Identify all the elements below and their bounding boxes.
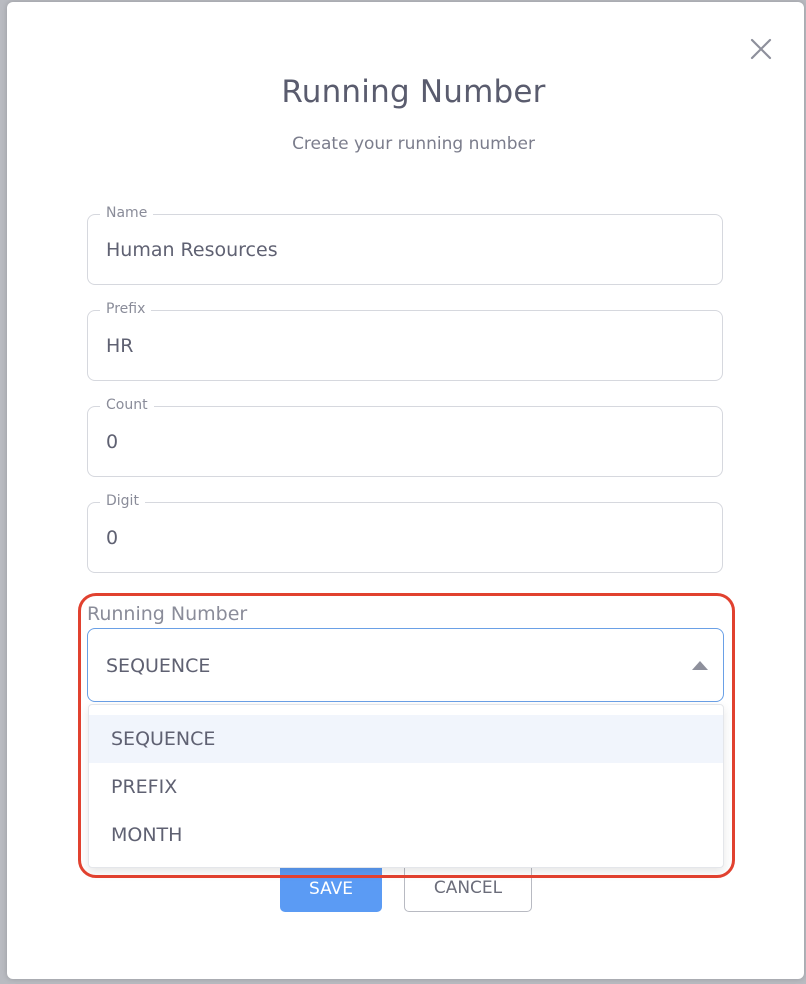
digit-field-value[interactable]: 0 — [106, 527, 118, 549]
dialog-title: Running Number — [281, 74, 546, 110]
name-field-value[interactable]: Human Resources — [106, 239, 278, 261]
cancel-button[interactable]: CANCEL — [404, 862, 532, 912]
running-number-select[interactable]: SEQUENCE — [87, 628, 724, 702]
digit-field-label: Digit — [100, 493, 145, 509]
running-number-label: Running Number — [87, 603, 252, 625]
close-button[interactable] — [747, 35, 775, 63]
close-icon — [750, 38, 772, 60]
dialog-subtitle: Create your running number — [292, 134, 535, 154]
running-number-selected-value: SEQUENCE — [106, 655, 211, 677]
option-sequence[interactable]: SEQUENCE — [89, 715, 723, 763]
count-field-value[interactable]: 0 — [106, 431, 118, 453]
option-prefix[interactable]: PREFIX — [89, 763, 723, 811]
digit-field[interactable]: Digit 0 — [87, 493, 723, 573]
running-number-options: SEQUENCE PREFIX MONTH — [88, 704, 724, 868]
count-field[interactable]: Count 0 — [87, 397, 723, 477]
save-button[interactable]: SAVE — [280, 862, 382, 912]
prefix-field-label: Prefix — [100, 301, 152, 317]
name-field[interactable]: Name Human Resources — [87, 205, 723, 285]
prefix-field-value[interactable]: HR — [106, 335, 134, 357]
count-field-label: Count — [100, 397, 154, 413]
name-field-label: Name — [100, 205, 154, 221]
caret-up-icon — [692, 661, 708, 670]
prefix-field[interactable]: Prefix HR — [87, 301, 723, 381]
option-month[interactable]: MONTH — [89, 811, 723, 859]
